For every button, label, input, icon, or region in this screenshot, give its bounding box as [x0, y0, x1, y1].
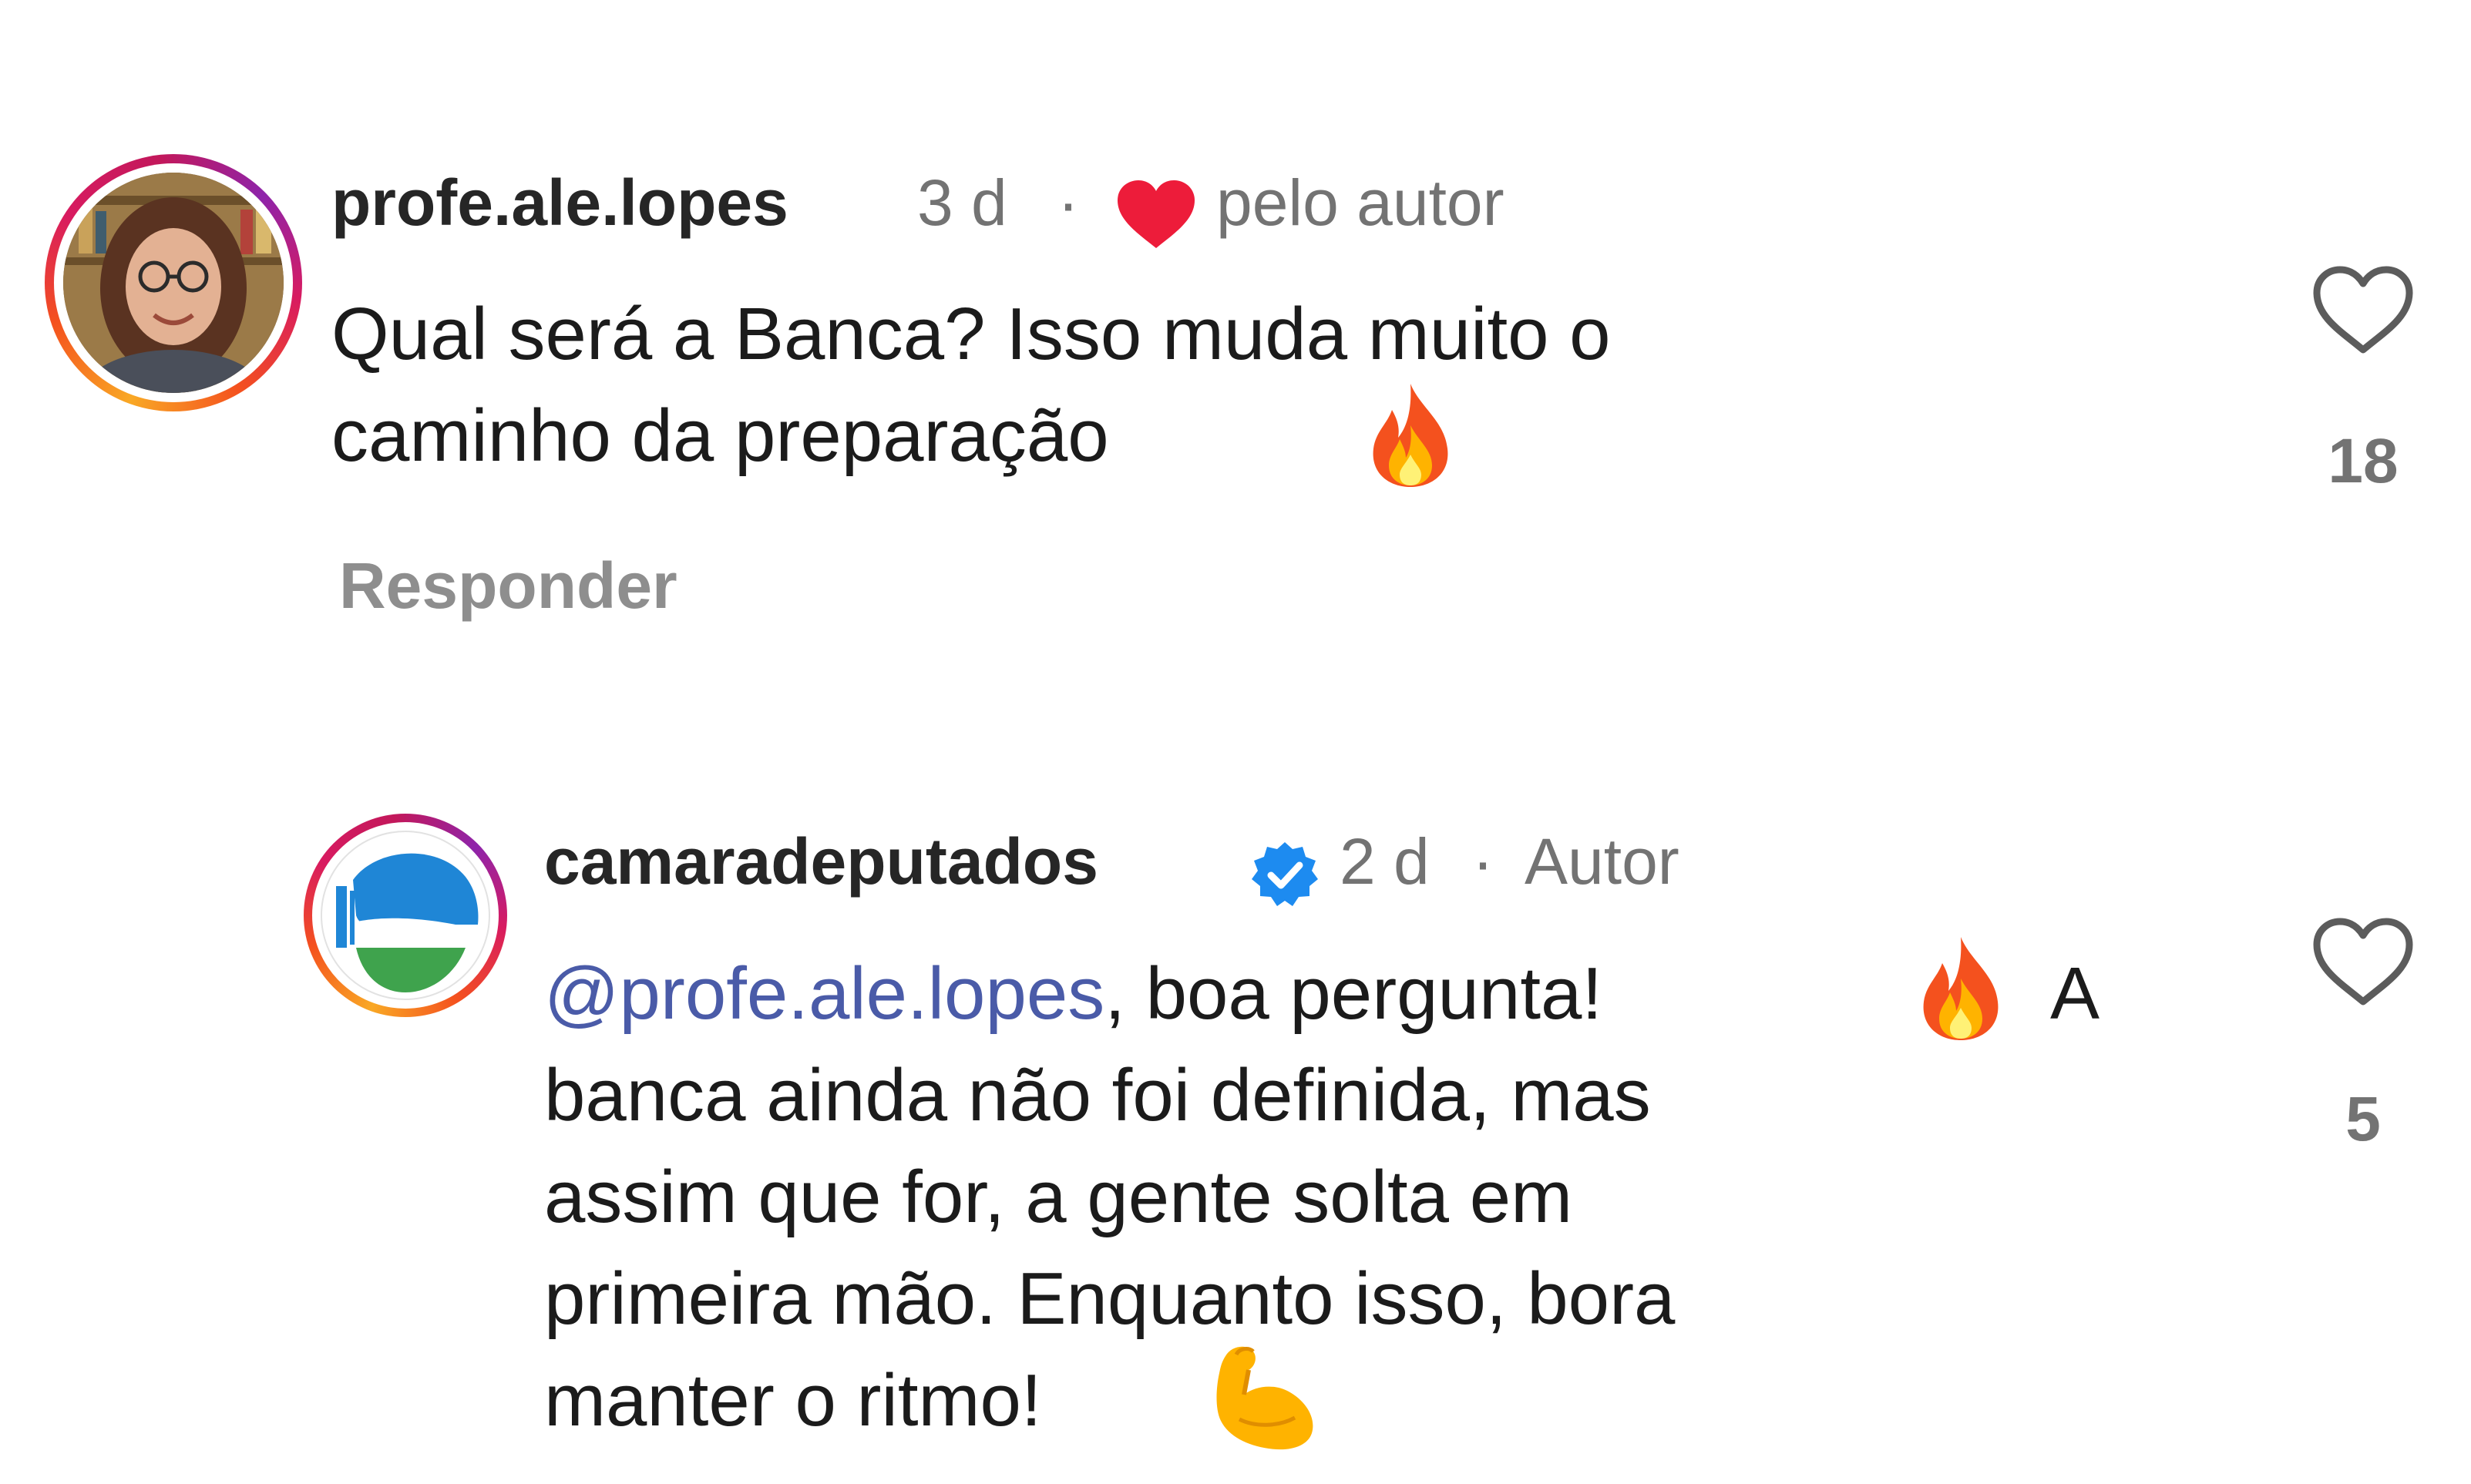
comment-time: 3 d: [917, 166, 1007, 239]
heart-filled-icon: [1116, 179, 1196, 253]
fire-emoji: [1364, 381, 1457, 492]
meta-separator: ·: [1472, 825, 1494, 898]
comment-text-line: Qual será a Banca? Isso muda muito o: [331, 293, 1611, 375]
meta-separator: ·: [1057, 166, 1079, 239]
author-label: Autor: [1525, 825, 1679, 898]
avatar[interactable]: [63, 173, 284, 393]
comment-text-line: banca ainda não foi definida, mas: [544, 1054, 1651, 1137]
camara-logo-icon: [324, 834, 487, 997]
avatar[interactable]: [321, 831, 490, 1000]
like-count: 5: [2345, 1084, 2381, 1154]
comment-text-line: primeira mão. Enquanto isso, bora: [544, 1257, 1676, 1340]
heart-outline-icon[interactable]: [2311, 915, 2416, 1012]
comment-username[interactable]: camaradeputados: [544, 824, 1098, 899]
comment-username[interactable]: profe.ale.lopes: [331, 166, 788, 240]
user-mention-link[interactable]: @profe.ale.lopes: [544, 952, 1104, 1035]
comment-text-line-tail: A: [2050, 952, 2100, 1035]
comment-item: profe.ale.lopes 3 d · pelo autor Qual se…: [0, 0, 2471, 663]
fire-emoji: [1915, 934, 2007, 1046]
comment-text-line: manter o ritmo!: [544, 1359, 1042, 1442]
comment-text-line: @profe.ale.lopes, boa pergunta!: [544, 952, 1603, 1035]
comment-text-line: caminho da preparação: [331, 395, 1109, 477]
reply-button[interactable]: Responder: [339, 549, 677, 623]
heart-outline-icon[interactable]: [2311, 264, 2416, 360]
comment-text-line: assim que for, a gente solta em: [544, 1156, 1573, 1238]
like-count: 18: [2328, 426, 2399, 496]
comment-time: 2 d: [1340, 825, 1430, 898]
liked-by-author-label: pelo autor: [1216, 166, 1504, 239]
verified-badge-icon: [1250, 840, 1320, 913]
flexed-biceps-emoji: [1209, 1341, 1324, 1457]
profile-photo: [63, 173, 284, 393]
